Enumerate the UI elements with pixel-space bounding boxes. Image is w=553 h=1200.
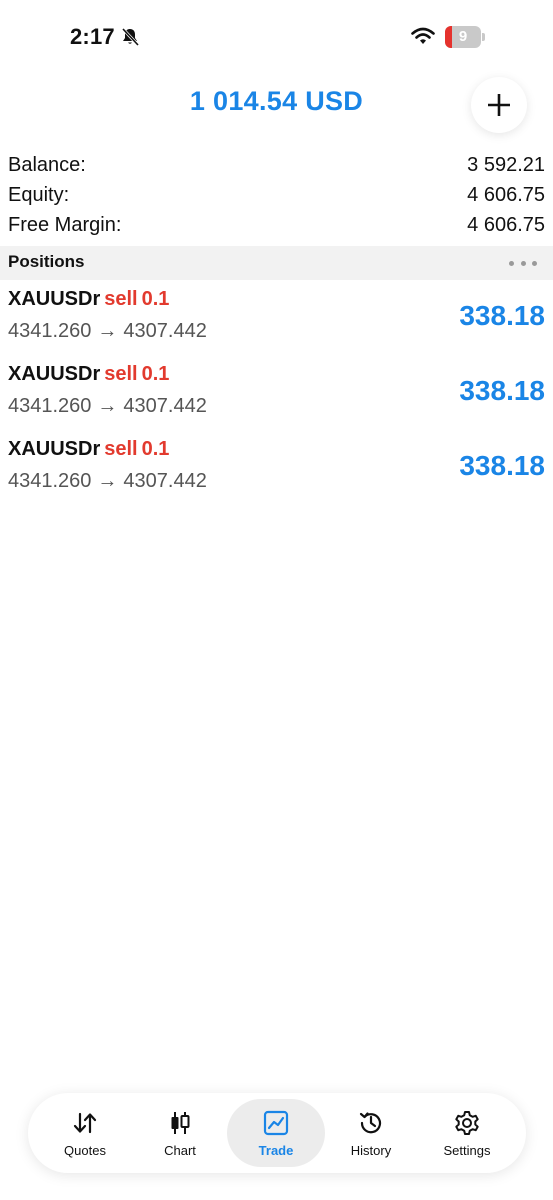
- account-summary: Balance: 3 592.21 Equity: 4 606.75 Free …: [8, 150, 545, 240]
- free-margin-row: Free Margin: 4 606.75: [8, 210, 545, 240]
- more-options-icon[interactable]: [509, 254, 537, 272]
- tab-label-chart: Chart: [164, 1143, 196, 1158]
- position-prices: 4341.260 → 4307.442: [8, 470, 207, 493]
- battery-cap: [482, 33, 485, 41]
- position-side: sell: [104, 438, 138, 460]
- arrow-right-icon: →: [97, 395, 118, 417]
- position-profit: 338.18: [459, 300, 545, 331]
- tab-label-settings: Settings: [443, 1143, 491, 1158]
- position-lot: 0.1: [141, 363, 170, 385]
- plus-icon: [488, 94, 510, 116]
- open-price: 4341.260: [8, 320, 92, 342]
- position-prices: 4341.260 → 4307.442: [8, 395, 207, 418]
- bell-slash-icon: [121, 27, 140, 47]
- tab-history[interactable]: History: [322, 1099, 420, 1167]
- quotes-icon: [73, 1112, 97, 1134]
- balance-row: Balance: 3 592.21: [8, 150, 545, 180]
- tab-quotes[interactable]: Quotes: [36, 1099, 134, 1167]
- status-bar: 2:17 9: [0, 0, 553, 70]
- battery-body: 9: [445, 26, 481, 48]
- tab-settings[interactable]: Settings: [418, 1099, 516, 1167]
- position-profit: 338.18: [459, 450, 545, 481]
- tab-chart[interactable]: Chart: [131, 1099, 229, 1167]
- positions-list: XAUUSDr sell 0.1 4341.260 → 4307.442 338.18 …: [0, 280, 553, 505]
- balance-label: Balance:: [8, 154, 86, 176]
- history-icon: [359, 1112, 382, 1134]
- equity-row: Equity: 4 606.75: [8, 180, 545, 210]
- position-prices: 4341.260 → 4307.442: [8, 320, 207, 343]
- arrow-right-icon: →: [97, 470, 118, 492]
- position-symbol: XAUUSDr: [8, 363, 101, 385]
- bottom-tab-bar: Quotes Chart Trade History Settings: [28, 1093, 526, 1173]
- account-amount: 1 014.54 USD: [189, 86, 364, 116]
- equity-value: 4 606.75: [467, 184, 545, 206]
- position-row[interactable]: XAUUSDr sell 0.1 4341.260 → 4307.442 338.18: [0, 430, 553, 505]
- position-row[interactable]: XAUUSDr sell 0.1 4341.260 → 4307.442 338.18: [0, 280, 553, 355]
- tab-label-quotes: Quotes: [64, 1143, 106, 1158]
- position-symbol: XAUUSDr: [8, 438, 101, 460]
- trade-screen: 2:17 9 1 014.54 USD Balance: 3 592.21 Eq…: [0, 0, 553, 1200]
- position-side: sell: [104, 288, 138, 310]
- tab-label-history: History: [350, 1143, 392, 1158]
- position-header: XAUUSDr sell 0.1: [8, 363, 169, 386]
- battery-indicator: 9: [445, 26, 485, 48]
- position-lot: 0.1: [141, 438, 170, 460]
- arrow-right-icon: →: [97, 320, 118, 342]
- tab-trade[interactable]: Trade: [227, 1099, 325, 1167]
- position-header: XAUUSDr sell 0.1: [8, 288, 169, 311]
- position-row[interactable]: XAUUSDr sell 0.1 4341.260 → 4307.442 338.18: [0, 355, 553, 430]
- battery-level: 9: [458, 28, 468, 45]
- current-price: 4307.442: [123, 395, 207, 417]
- open-price: 4341.260: [8, 395, 92, 417]
- free-margin-value: 4 606.75: [467, 214, 545, 236]
- chart-icon: [171, 1112, 190, 1134]
- current-price: 4307.442: [123, 320, 207, 342]
- wifi-icon: [411, 27, 435, 44]
- trade-icon: [263, 1110, 289, 1136]
- status-time: 2:17: [70, 24, 115, 49]
- balance-value: 3 592.21: [467, 154, 545, 176]
- position-header: XAUUSDr sell 0.1: [8, 438, 169, 461]
- positions-section-header: Positions: [0, 246, 553, 280]
- positions-title: Positions: [8, 252, 85, 271]
- add-button[interactable]: [471, 77, 527, 133]
- settings-icon: [455, 1111, 479, 1135]
- open-price: 4341.260: [8, 470, 92, 492]
- position-side: sell: [104, 363, 138, 385]
- position-lot: 0.1: [141, 288, 170, 310]
- current-price: 4307.442: [123, 470, 207, 492]
- equity-label: Equity:: [8, 184, 70, 206]
- position-symbol: XAUUSDr: [8, 288, 101, 310]
- free-margin-label: Free Margin:: [8, 214, 122, 236]
- position-profit: 338.18: [459, 375, 545, 406]
- tab-label-trade: Trade: [258, 1143, 294, 1158]
